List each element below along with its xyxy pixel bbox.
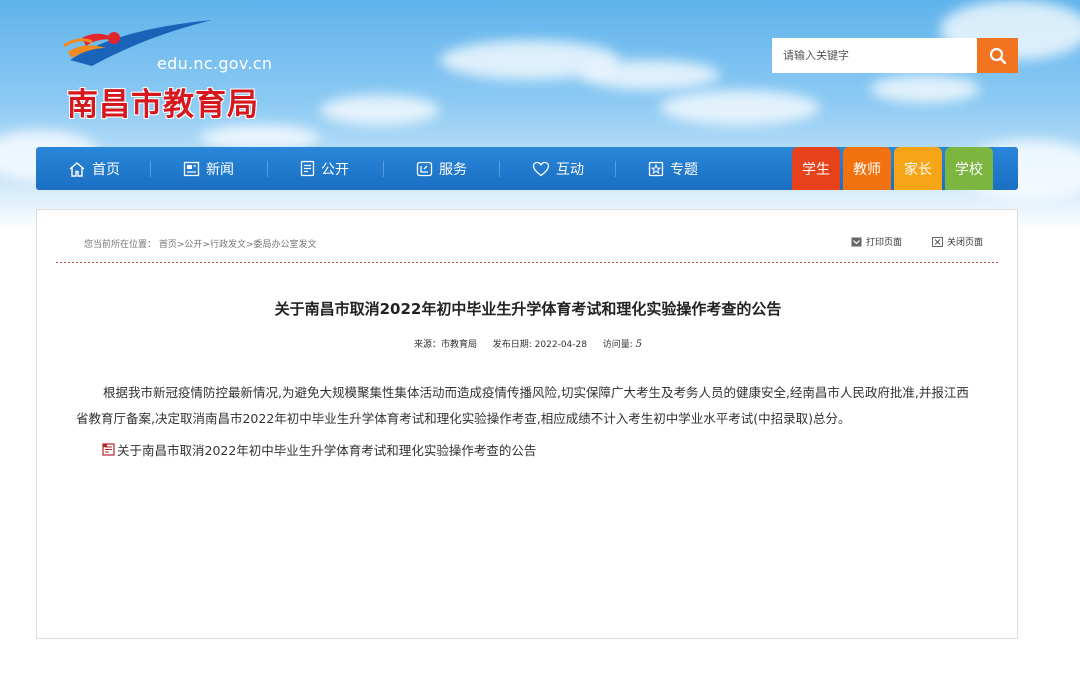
nav-label-public: 公开 <box>321 161 349 178</box>
nav-label-service: 服务 <box>439 161 467 178</box>
print-icon <box>851 237 862 246</box>
date-value: 2022-04-28 <box>534 340 587 350</box>
breadcrumb-prefix: 您当前所在位置： <box>84 240 157 250</box>
nav-label-topic: 专题 <box>670 161 698 178</box>
site-header: edu.nc.gov.cn 南昌市教育局 <box>0 0 1080 145</box>
news-icon <box>183 161 200 176</box>
nav-divider <box>267 161 268 177</box>
search-button[interactable] <box>977 38 1018 73</box>
search-bar <box>772 38 1018 73</box>
print-page-label: 打印页面 <box>865 238 902 248</box>
nav-divider <box>150 161 151 177</box>
tab-school[interactable]: 学校 <box>945 147 993 190</box>
article-panel: 您当前所在位置： 首页>公开>行政发文>委局办公室发文 打印页面 关闭页面 关于… <box>36 209 1018 639</box>
nav-item-home[interactable]: 首页 <box>68 147 120 190</box>
service-icon <box>416 161 433 176</box>
breadcrumb: 您当前所在位置： 首页>公开>行政发文>委局办公室发文 <box>84 237 317 250</box>
source-label: 来源： <box>413 340 441 350</box>
attachment-label: 关于南昌市取消2022年初中毕业生升学体育考试和理化实验操作考查的公告 <box>117 443 537 458</box>
nav-item-topic[interactable]: 专题 <box>648 147 698 190</box>
close-icon <box>931 236 943 247</box>
nav-item-public[interactable]: 公开 <box>300 147 349 190</box>
page-tools: 打印页面 关闭页面 <box>821 235 983 248</box>
close-page-button[interactable]: 关闭页面 <box>931 235 983 248</box>
tab-teacher[interactable]: 教师 <box>843 147 891 190</box>
site-logo[interactable]: edu.nc.gov.cn 南昌市教育局 <box>62 18 282 123</box>
topic-icon <box>648 161 664 177</box>
nav-item-interact[interactable]: 互动 <box>532 147 584 190</box>
close-page-label: 关闭页面 <box>946 238 983 248</box>
source-value: 市教育局 <box>440 340 477 350</box>
article-body: 根据我市新冠疫情防控最新情况,为避免大规模聚集性集体活动而造成疫情传播风险,切实… <box>76 385 969 426</box>
search-icon <box>989 47 1006 64</box>
breadcrumb-path[interactable]: 首页>公开>行政发文>委局办公室发文 <box>159 240 317 250</box>
main-nav: 首页 新闻 公开 服务 互动 专题 学生 教师 家长 学校 <box>36 147 1018 190</box>
divider-line <box>56 262 1000 263</box>
tab-student[interactable]: 学生 <box>792 147 840 190</box>
nav-label-interact: 互动 <box>556 161 584 178</box>
nav-divider <box>499 161 500 177</box>
site-domain: edu.nc.gov.cn <box>157 54 273 73</box>
nav-label-home: 首页 <box>92 161 120 178</box>
pdf-file-icon <box>102 443 115 456</box>
nav-item-news[interactable]: 新闻 <box>183 147 234 190</box>
heart-icon <box>532 161 550 176</box>
document-icon <box>300 160 315 177</box>
nav-label-news: 新闻 <box>206 161 234 178</box>
attachment-link[interactable]: 关于南昌市取消2022年初中毕业生升学体育考试和理化实验操作考查的公告 <box>102 440 536 459</box>
search-input[interactable] <box>772 38 977 73</box>
nav-item-service[interactable]: 服务 <box>416 147 467 190</box>
nav-divider <box>383 161 384 177</box>
article-title: 关于南昌市取消2022年初中毕业生升学体育考试和理化实验操作考查的公告 <box>274 300 782 318</box>
visits-count: 5 <box>635 339 643 350</box>
date-label: 发布日期: <box>492 340 532 350</box>
home-icon <box>69 161 85 177</box>
site-title: 南昌市教育局 <box>67 87 259 123</box>
tab-parent[interactable]: 家长 <box>894 147 942 190</box>
visits-label: 访问量: <box>602 340 633 350</box>
nav-divider <box>615 161 616 177</box>
print-page-button[interactable]: 打印页面 <box>851 235 902 248</box>
article-meta: 来源：市教育局 发布日期: 2022-04-28 访问量: 5 <box>37 337 1019 350</box>
